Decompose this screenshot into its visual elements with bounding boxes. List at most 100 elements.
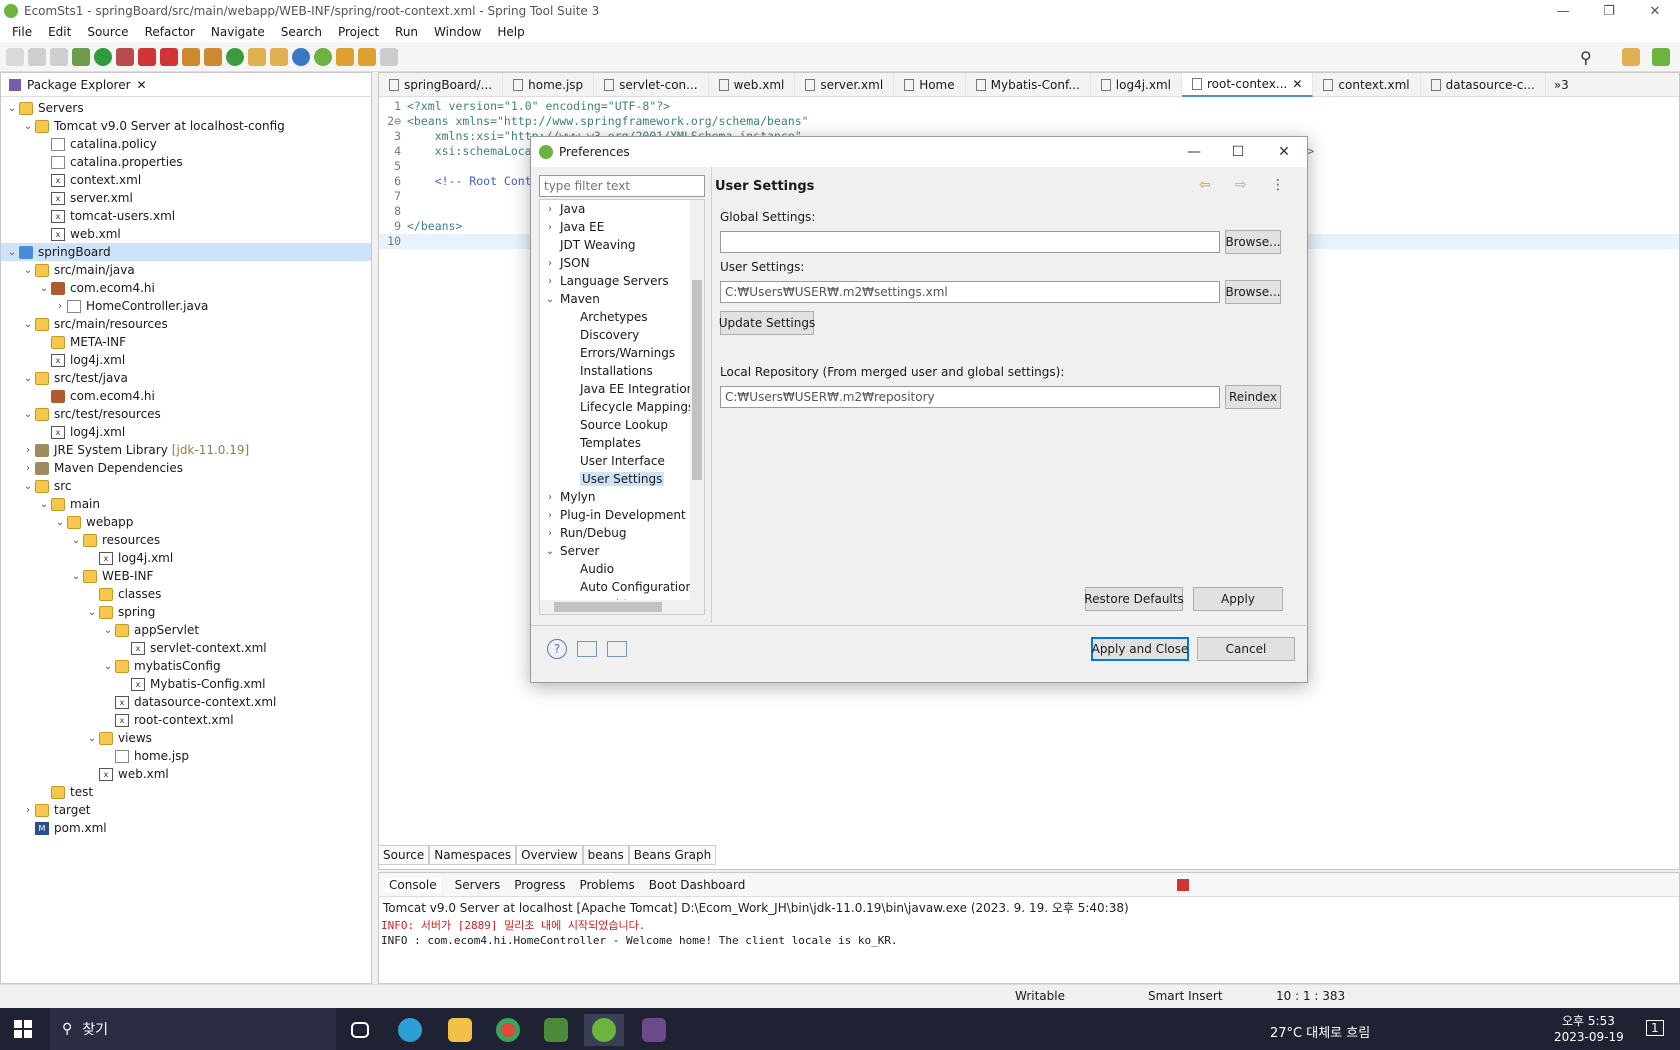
tree-item[interactable]: x log4j.xml	[1, 549, 371, 567]
new-package-icon[interactable]	[204, 47, 222, 66]
preference-tree-item[interactable]: ⌄ Maven	[540, 290, 704, 308]
chevron-down-icon[interactable]: ⌄	[540, 294, 560, 305]
tree-item[interactable]: Mpom.xml	[1, 819, 371, 837]
tree-item[interactable]: › HomeController.java	[1, 297, 371, 315]
tree-item[interactable]: ⌄ src/test/resources	[1, 405, 371, 423]
sts-taskbar-icon[interactable]	[584, 1014, 624, 1046]
clock-time[interactable]: 오후 5:53	[1562, 1012, 1615, 1029]
tab-progress[interactable]: Progress	[514, 878, 565, 892]
tree-item[interactable]: x servlet-context.xml	[1, 639, 371, 657]
menu-navigate[interactable]: Navigate	[203, 25, 273, 39]
chevron-down-icon[interactable]: ⌄	[101, 625, 115, 636]
open-resource-icon[interactable]	[270, 47, 288, 66]
import-icon[interactable]	[577, 641, 597, 657]
tree-item[interactable]: ⌄ springBoard	[1, 243, 371, 261]
dialog-minimize-button[interactable]: —	[1171, 137, 1217, 167]
file-explorer-icon[interactable]	[440, 1014, 480, 1046]
chevron-right-icon[interactable]: ›	[540, 222, 560, 233]
preference-tree-item[interactable]: › Java	[540, 200, 704, 218]
user-settings-field[interactable]: C:₩Users₩USER₩.m2₩settings.xml	[720, 281, 1220, 303]
run-icon[interactable]	[94, 47, 112, 66]
tree-item[interactable]: › JRE System Library [jdk-11.0.19]	[1, 441, 371, 459]
help-icon[interactable]: ?	[547, 639, 567, 659]
chrome-icon[interactable]	[488, 1014, 528, 1046]
tree-item[interactable]: › Maven Dependencies	[1, 459, 371, 477]
chevron-down-icon[interactable]: ⌄	[21, 265, 35, 276]
apply-and-close-button[interactable]: Apply and Close	[1091, 637, 1189, 661]
save-all-icon[interactable]	[50, 47, 68, 66]
preference-tree-item[interactable]: Discovery	[540, 326, 704, 344]
editor-tab[interactable]: context.xml	[1313, 72, 1421, 97]
tab-namespaces[interactable]: Namespaces	[429, 845, 517, 865]
tree-item[interactable]: catalina.policy	[1, 135, 371, 153]
next-annotation-icon[interactable]	[336, 47, 354, 66]
global-settings-field[interactable]	[720, 231, 1220, 253]
chevron-down-icon[interactable]: ⌄	[101, 661, 115, 672]
chevron-right-icon[interactable]: ›	[540, 204, 560, 215]
preference-tree-item[interactable]: › JSON	[540, 254, 704, 272]
back-icon[interactable]: ⇦	[1199, 177, 1211, 193]
menu-project[interactable]: Project	[330, 25, 387, 39]
new-project-icon[interactable]	[182, 47, 200, 66]
editor-tab[interactable]: datasource-c...	[1421, 72, 1546, 97]
preference-tree-item[interactable]: Installations	[540, 362, 704, 380]
preference-tree-item[interactable]: › Language Servers	[540, 272, 704, 290]
close-window-button[interactable]: ✕	[1632, 0, 1678, 22]
tree-horizontal-scrollbar[interactable]	[540, 600, 704, 614]
menu-run[interactable]: Run	[387, 25, 426, 39]
tree-item[interactable]: ⌄ src/test/java	[1, 369, 371, 387]
tree-item[interactable]: ⌄ spring	[1, 603, 371, 621]
preference-tree-item[interactable]: Source Lookup	[540, 416, 704, 434]
editor-tab[interactable]: springBoard/...	[379, 72, 504, 97]
chevron-down-icon[interactable]: ⌄	[69, 571, 83, 582]
chevron-right-icon[interactable]: ›	[53, 301, 67, 312]
chevron-right-icon[interactable]: ›	[21, 805, 35, 816]
tree-item[interactable]: ⌄ src	[1, 477, 371, 495]
chevron-down-icon[interactable]: ⌄	[21, 319, 35, 330]
tree-item[interactable]: ⌄ src/main/java	[1, 261, 371, 279]
tab-overview[interactable]: Overview	[516, 845, 583, 865]
chevron-down-icon[interactable]: ⌄	[21, 121, 35, 132]
reindex-button[interactable]: Reindex	[1225, 385, 1281, 409]
chevron-down-icon[interactable]: ⌄	[85, 733, 99, 744]
chevron-down-icon[interactable]: ⌄	[37, 499, 51, 510]
editor-tab[interactable]: Mybatis-Conf...	[966, 72, 1091, 97]
chevron-down-icon[interactable]: ⌄	[69, 535, 83, 546]
tree-item[interactable]: x tomcat-users.xml	[1, 207, 371, 225]
restore-defaults-button[interactable]: Restore Defaults	[1084, 587, 1184, 611]
new-class-icon[interactable]	[226, 47, 244, 66]
menu-source[interactable]: Source	[79, 25, 136, 39]
editor-tab[interactable]: home.jsp	[503, 72, 595, 97]
user-browse-button[interactable]: Browse...	[1225, 280, 1281, 304]
menu-refactor[interactable]: Refactor	[137, 25, 203, 39]
tree-item[interactable]: ⌄ Tomcat v9.0 Server at localhost-config	[1, 117, 371, 135]
tree-item[interactable]: x log4j.xml	[1, 423, 371, 441]
editor-tab[interactable]: servlet-con...	[594, 72, 709, 97]
filter-input[interactable]	[539, 175, 705, 197]
preference-tree-item[interactable]: Auto Configuration	[540, 578, 704, 596]
tab-beans-graph[interactable]: Beans Graph	[628, 845, 717, 865]
preference-tree-item[interactable]: Templates	[540, 434, 704, 452]
tree-item[interactable]: ⌄ com.ecom4.hi	[1, 279, 371, 297]
forward-icon[interactable]	[380, 47, 398, 66]
menu-window[interactable]: Window	[426, 25, 489, 39]
tree-item[interactable]: ⌄ src/main/resources	[1, 315, 371, 333]
external-tools-icon[interactable]	[160, 47, 178, 66]
close-icon[interactable]: ✕	[1292, 77, 1302, 91]
back-icon[interactable]	[358, 47, 376, 66]
editor-tab[interactable]: root-contex... ✕	[1182, 72, 1314, 97]
export-icon[interactable]	[607, 641, 627, 657]
menu-help[interactable]: Help	[489, 25, 532, 39]
chevron-right-icon[interactable]: ›	[21, 445, 35, 456]
chevron-down-icon[interactable]: ⌄	[21, 373, 35, 384]
preference-tree-item[interactable]: › Run/Debug	[540, 524, 704, 542]
windows-start-icon[interactable]	[14, 1020, 32, 1038]
new-icon[interactable]	[6, 47, 24, 66]
chevron-right-icon[interactable]: ›	[540, 528, 560, 539]
preference-tree-item[interactable]: ⌄ Server	[540, 542, 704, 560]
chevron-down-icon[interactable]: ⌄	[53, 517, 67, 528]
app-icon[interactable]	[536, 1014, 576, 1046]
preference-tree-item[interactable]: JDT Weaving	[540, 236, 704, 254]
weather-text[interactable]: 27°C 대체로 흐림	[1270, 1022, 1370, 1041]
chevron-right-icon[interactable]: ›	[540, 276, 560, 287]
